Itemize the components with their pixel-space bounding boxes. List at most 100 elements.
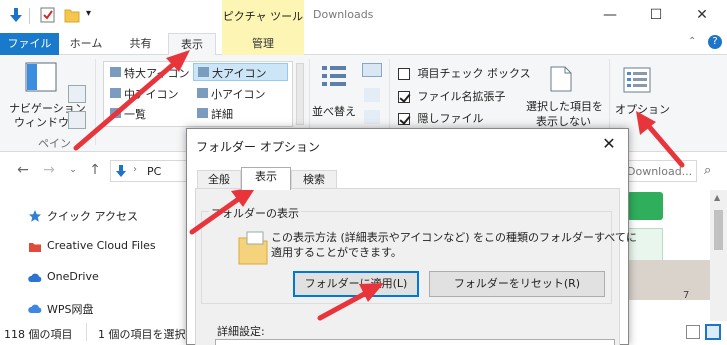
pc-down-arrow-icon	[114, 164, 128, 181]
folder-view-icon	[237, 230, 269, 269]
xl-icons-icon	[110, 67, 121, 77]
qat-customize-chevron-icon[interactable]: ▾	[86, 8, 91, 19]
navigation-pane-label-line2: ウィンドウ	[14, 116, 69, 129]
medium-icons-label: 中アイコン	[124, 88, 179, 101]
navigation-pane-icon	[25, 62, 57, 95]
pane-group-label: ペイン	[38, 137, 71, 150]
dialog-close-button[interactable]: ✕	[597, 134, 621, 156]
properties-check-icon[interactable]	[40, 6, 56, 24]
search-icon[interactable]: ⌕	[704, 163, 711, 178]
ribbon-collapse-chevron-icon[interactable]: ⌃	[688, 36, 696, 47]
options-icon	[623, 67, 651, 96]
file-extensions-checkbox[interactable]	[398, 91, 410, 103]
ribbon-divider	[95, 59, 96, 145]
details-view-icon[interactable]	[686, 325, 700, 339]
scroll-up-chevron-icon[interactable]: ▲	[714, 193, 720, 202]
sort-by-label: 並べ替え	[312, 105, 356, 118]
folder-view-group-label: フォルダーの表示	[209, 205, 301, 221]
close-button[interactable]: ✕	[679, 0, 725, 33]
maximize-button[interactable]: ☐	[633, 0, 679, 33]
sort-by-button[interactable]: 並べ替え	[312, 61, 360, 119]
add-columns-icon[interactable]	[364, 88, 380, 102]
file-thumbnail-photo[interactable]	[625, 260, 710, 300]
status-item-count: 118 個の項目	[4, 328, 73, 341]
layout-gallery-scroll[interactable]	[296, 63, 304, 125]
details-label: 詳細	[211, 108, 233, 121]
reset-folders-button[interactable]: フォルダーをリセット(R)	[429, 271, 605, 297]
item-checkboxes-checkbox[interactable]	[398, 68, 410, 80]
forward-arrow-icon[interactable]: →	[40, 162, 58, 180]
nav-item-label: クイック アクセス	[47, 210, 138, 223]
layout-list[interactable]: 一覧	[110, 106, 146, 122]
large-icons-label: 大アイコン	[212, 67, 267, 80]
explorer-window: ▾ ピクチャ ツール Downloads — ☐ ✕ ファイル ホーム 共有 表…	[0, 0, 727, 345]
vertical-scrollbar[interactable]: ▲	[710, 190, 727, 321]
folder-options-dialog: フォルダー オプション ✕ 全般 表示 検索 フォルダーの表示 この表示方法 (…	[186, 128, 637, 345]
up-arrow-icon[interactable]: ↑	[86, 162, 104, 180]
hide-selected-label-line1: 選択した項目を	[526, 100, 603, 113]
file-thumbnail-green[interactable]	[627, 192, 663, 220]
options-label: オプション	[615, 103, 670, 116]
folder-view-description-line2: 適用することができます。	[271, 246, 402, 259]
layout-xl-icons[interactable]: 特大アイコン	[110, 65, 189, 81]
layout-medium-icons[interactable]: 中アイコン	[110, 86, 178, 102]
apply-to-folders-button[interactable]: フォルダーに適用(L)	[293, 271, 419, 297]
dialog-tab-view[interactable]: 表示	[241, 167, 291, 190]
layout-details[interactable]: 詳細	[197, 106, 233, 122]
list-label: 一覧	[124, 108, 146, 121]
status-divider	[86, 323, 87, 341]
tab-share[interactable]: 共有	[113, 33, 168, 55]
cloud-icon	[28, 302, 42, 316]
dialog-tab-general[interactable]: 全般	[197, 170, 241, 189]
folder-view-description-line1: この表示方法 (詳細表示やアイコンなど) をこの種類のフォルダーすべてに	[271, 231, 637, 244]
qat-divider	[29, 8, 30, 24]
status-selected-count: 1 個の項目を選択	[98, 328, 186, 341]
item-checkboxes-option[interactable]: 項目チェック ボックス	[398, 65, 531, 81]
sort-by-icon	[320, 63, 350, 94]
medium-icons-icon	[110, 88, 121, 98]
hide-selected-items-button[interactable]: 選択した項目を 表示しない	[522, 59, 606, 131]
star-icon	[28, 209, 42, 223]
nav-item-label: WPS网盘	[47, 303, 94, 316]
details-pane-icon[interactable]	[68, 111, 86, 129]
preview-pane-icon[interactable]	[68, 85, 86, 103]
small-icons-label: 小アイコン	[211, 88, 266, 101]
picture-tools-context-header: ピクチャ ツール	[222, 0, 304, 33]
advanced-settings-list[interactable]	[215, 339, 615, 345]
recent-locations-chevron-icon[interactable]: ⌄	[64, 162, 82, 180]
file-extensions-option[interactable]: ファイル名拡張子	[398, 88, 506, 104]
tab-home[interactable]: ホーム	[59, 33, 113, 55]
tab-manage[interactable]: 管理	[222, 33, 304, 55]
nav-item-label: OneDrive	[47, 270, 99, 283]
file-thumbnail-caption: 7	[683, 290, 690, 301]
tab-file[interactable]: ファイル	[0, 33, 59, 55]
large-icons-view-icon[interactable]	[705, 324, 721, 340]
hidden-items-option[interactable]: 隠しファイル	[398, 110, 484, 126]
hidden-items-label: 隠しファイル	[417, 112, 484, 125]
minimize-button[interactable]: —	[587, 0, 633, 33]
help-icon[interactable]: ?	[708, 35, 722, 49]
search-box[interactable]: Download...	[623, 160, 697, 182]
close-icon: ✕	[602, 134, 616, 153]
nav-item-label: Creative Cloud Files	[47, 239, 156, 252]
folder-icon	[28, 240, 42, 254]
new-folder-icon[interactable]	[64, 6, 80, 24]
item-checkboxes-label: 項目チェック ボックス	[417, 67, 531, 80]
breadcrumb-pc[interactable]: PC	[147, 165, 161, 178]
size-columns-icon[interactable]	[364, 110, 380, 124]
large-icons-icon	[198, 67, 209, 77]
quick-access-down-arrow-icon[interactable]	[8, 6, 24, 24]
picture-tools-label: ピクチャ ツール	[222, 10, 304, 23]
group-by-icon[interactable]	[362, 63, 382, 77]
options-button[interactable]: オプション	[612, 59, 670, 131]
dialog-tab-search[interactable]: 検索	[291, 170, 337, 189]
layout-small-icons[interactable]: 小アイコン	[197, 86, 265, 102]
layout-large-icons-selected[interactable]: 大アイコン	[193, 63, 288, 81]
tab-view[interactable]: 表示	[168, 33, 216, 55]
address-path-box[interactable]: › PC	[110, 160, 190, 182]
back-arrow-icon[interactable]: ←	[14, 162, 32, 180]
cloud-icon	[28, 271, 42, 285]
scroll-thumb[interactable]	[714, 210, 723, 250]
hidden-items-checkbox[interactable]	[398, 113, 410, 125]
xl-icons-label: 特大アイコン	[124, 67, 190, 80]
